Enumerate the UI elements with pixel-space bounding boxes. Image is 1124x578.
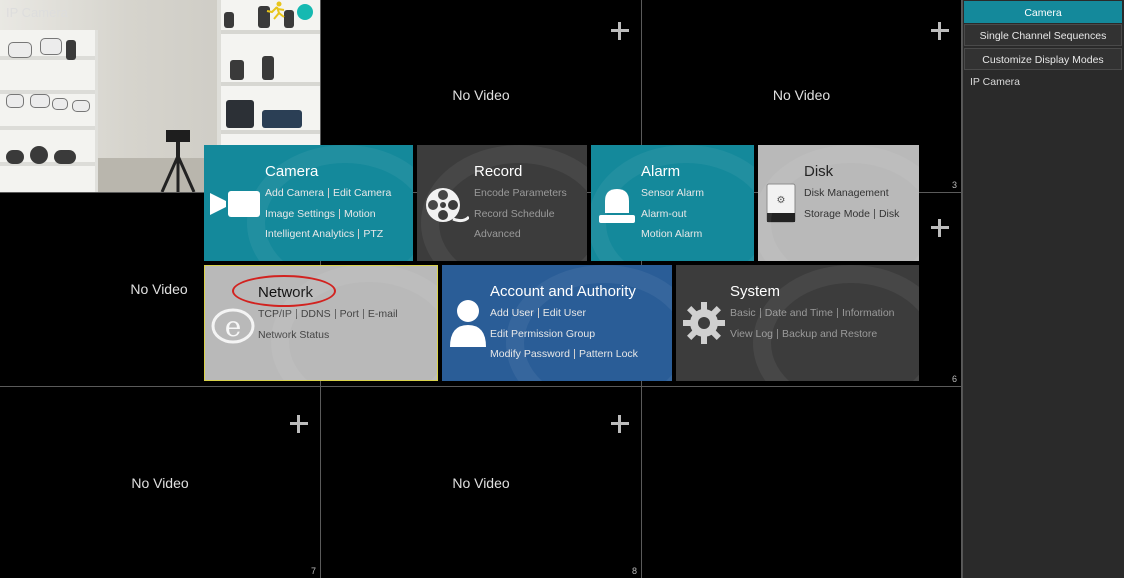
right-side-panel: Camera Single Channel Sequences Customiz…: [962, 0, 1124, 578]
video-cell-7[interactable]: No Video 7: [0, 387, 321, 578]
link-motion-alarm[interactable]: Motion Alarm: [641, 228, 702, 240]
video-cell-9[interactable]: [642, 387, 962, 578]
camera-list-item[interactable]: IP Camera: [970, 76, 1020, 88]
menu-title-alarm[interactable]: Alarm: [641, 163, 680, 180]
add-camera-plus-icon[interactable]: [931, 219, 949, 237]
menu-title-disk[interactable]: Disk: [804, 163, 833, 180]
video-cell-8[interactable]: No Video 8: [321, 387, 642, 578]
link-ddns[interactable]: DDNS: [301, 308, 331, 320]
menu-tile-disk[interactable]: ⚙ Disk Disk Management Storage Mode Disk: [758, 145, 919, 261]
link-information[interactable]: Information: [842, 307, 895, 319]
link-backup-and-restore[interactable]: Backup and Restore: [782, 328, 877, 340]
channel-number: 8: [631, 566, 637, 576]
add-camera-plus-icon[interactable]: [611, 415, 629, 433]
link-disk-management[interactable]: Disk Management: [804, 187, 889, 199]
menu-tile-system[interactable]: System Basic Date and Time Information Vie…: [676, 265, 919, 381]
tripod-icon: [160, 130, 196, 192]
sidebar-button-customize-display-modes[interactable]: Customize Display Modes: [964, 48, 1122, 70]
menu-tile-account[interactable]: Account and Authority Add User Edit User …: [442, 265, 672, 381]
link-disk[interactable]: Disk: [879, 208, 899, 220]
link-basic[interactable]: Basic: [730, 307, 756, 319]
link-add-user[interactable]: Add User: [490, 307, 534, 319]
channel-number: 3: [951, 180, 957, 190]
menu-tile-alarm[interactable]: Alarm Sensor Alarm Alarm-out Motion Alar…: [591, 145, 754, 261]
gear-icon: [683, 302, 725, 344]
motion-detected-icon: [266, 1, 285, 20]
sidebar-button-camera[interactable]: Camera: [964, 1, 1122, 23]
link-tcpip[interactable]: TCP/IP: [258, 308, 292, 320]
menu-tile-camera[interactable]: Camera Add Camera Edit Camera Image Setti…: [204, 145, 413, 261]
menu-title-record[interactable]: Record: [474, 163, 522, 180]
no-video-label: No Video: [452, 87, 510, 103]
camera-list: IP Camera: [970, 76, 1020, 88]
channel-number: 7: [310, 566, 316, 576]
link-encode-parameters[interactable]: Encode Parameters: [474, 187, 567, 199]
sidebar-button-single-channel-sequences[interactable]: Single Channel Sequences: [964, 24, 1122, 46]
link-edit-camera[interactable]: Edit Camera: [333, 187, 391, 199]
hard-disk-icon: ⚙: [766, 183, 796, 223]
user-icon: [450, 300, 486, 347]
record-status-icon: [297, 4, 313, 20]
film-reel-icon: [426, 188, 469, 223]
channel-number: 6: [951, 374, 957, 384]
link-network-status[interactable]: Network Status: [258, 329, 329, 341]
link-storage-mode[interactable]: Storage Mode: [804, 208, 870, 220]
link-port[interactable]: Port: [340, 308, 359, 320]
svg-text:e: e: [225, 310, 242, 343]
menu-title-camera[interactable]: Camera: [265, 163, 318, 180]
link-motion[interactable]: Motion: [344, 208, 376, 220]
link-email[interactable]: E-mail: [368, 308, 398, 320]
link-sensor-alarm[interactable]: Sensor Alarm: [641, 187, 704, 199]
menu-title-system[interactable]: System: [730, 283, 780, 300]
add-camera-plus-icon[interactable]: [611, 22, 629, 40]
link-edit-permission-group[interactable]: Edit Permission Group: [490, 328, 595, 340]
link-pattern-lock[interactable]: Pattern Lock: [579, 348, 638, 360]
menu-tile-record[interactable]: Record Encode Parameters Record Schedule…: [417, 145, 587, 261]
link-date-and-time[interactable]: Date and Time: [765, 307, 833, 319]
link-advanced[interactable]: Advanced: [474, 228, 521, 240]
video-camera-icon: [210, 191, 260, 217]
link-intelligent-analytics[interactable]: Intelligent Analytics: [265, 228, 354, 240]
link-alarm-out[interactable]: Alarm-out: [641, 208, 687, 220]
link-modify-password[interactable]: Modify Password: [490, 348, 570, 360]
alarm-light-icon: [599, 189, 635, 223]
link-record-schedule[interactable]: Record Schedule: [474, 208, 555, 220]
link-ptz[interactable]: PTZ: [363, 228, 383, 240]
highlight-circle: [232, 275, 336, 307]
no-video-label: No Video: [131, 475, 189, 491]
network-globe-icon: e: [211, 308, 255, 344]
link-add-camera[interactable]: Add Camera: [265, 187, 324, 199]
camera-label: IP Camera: [6, 5, 68, 20]
no-video-label: No Video: [772, 87, 831, 103]
menu-title-account[interactable]: Account and Authority: [490, 283, 636, 300]
add-camera-plus-icon[interactable]: [931, 22, 949, 40]
link-image-settings[interactable]: Image Settings: [265, 208, 335, 220]
add-camera-plus-icon[interactable]: [290, 415, 308, 433]
svg-text:⚙: ⚙: [777, 195, 786, 206]
no-video-label: No Video: [452, 475, 510, 491]
link-view-log[interactable]: View Log: [730, 328, 773, 340]
link-edit-user[interactable]: Edit User: [543, 307, 586, 319]
